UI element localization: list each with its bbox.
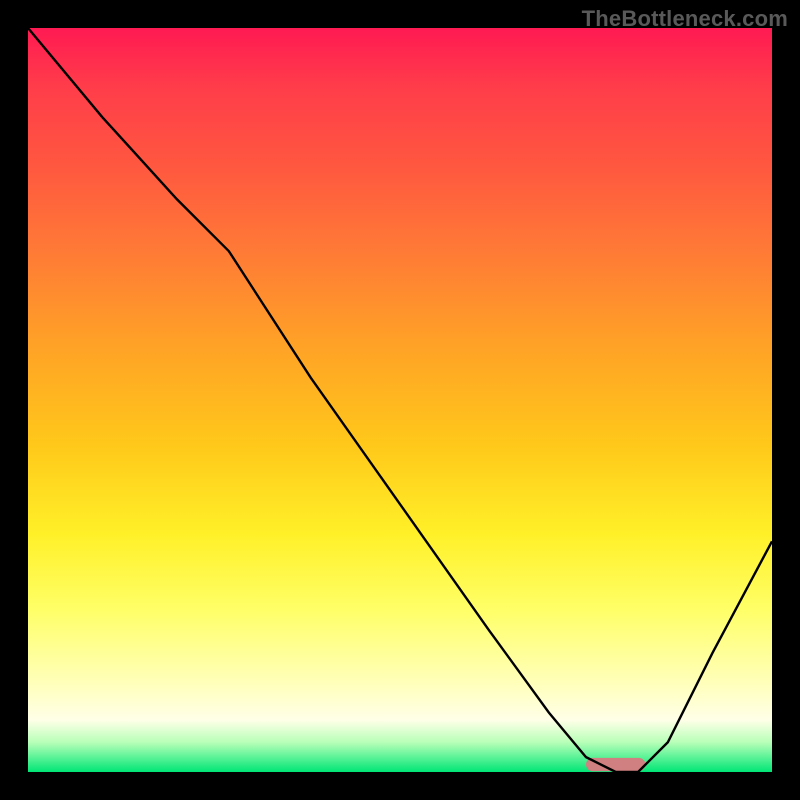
plot-area: [28, 28, 772, 772]
chart-frame: TheBottleneck.com: [0, 0, 800, 800]
bottleneck-curve-path: [28, 28, 772, 772]
chart-svg: [28, 28, 772, 772]
optimal-range-marker: [586, 758, 646, 771]
